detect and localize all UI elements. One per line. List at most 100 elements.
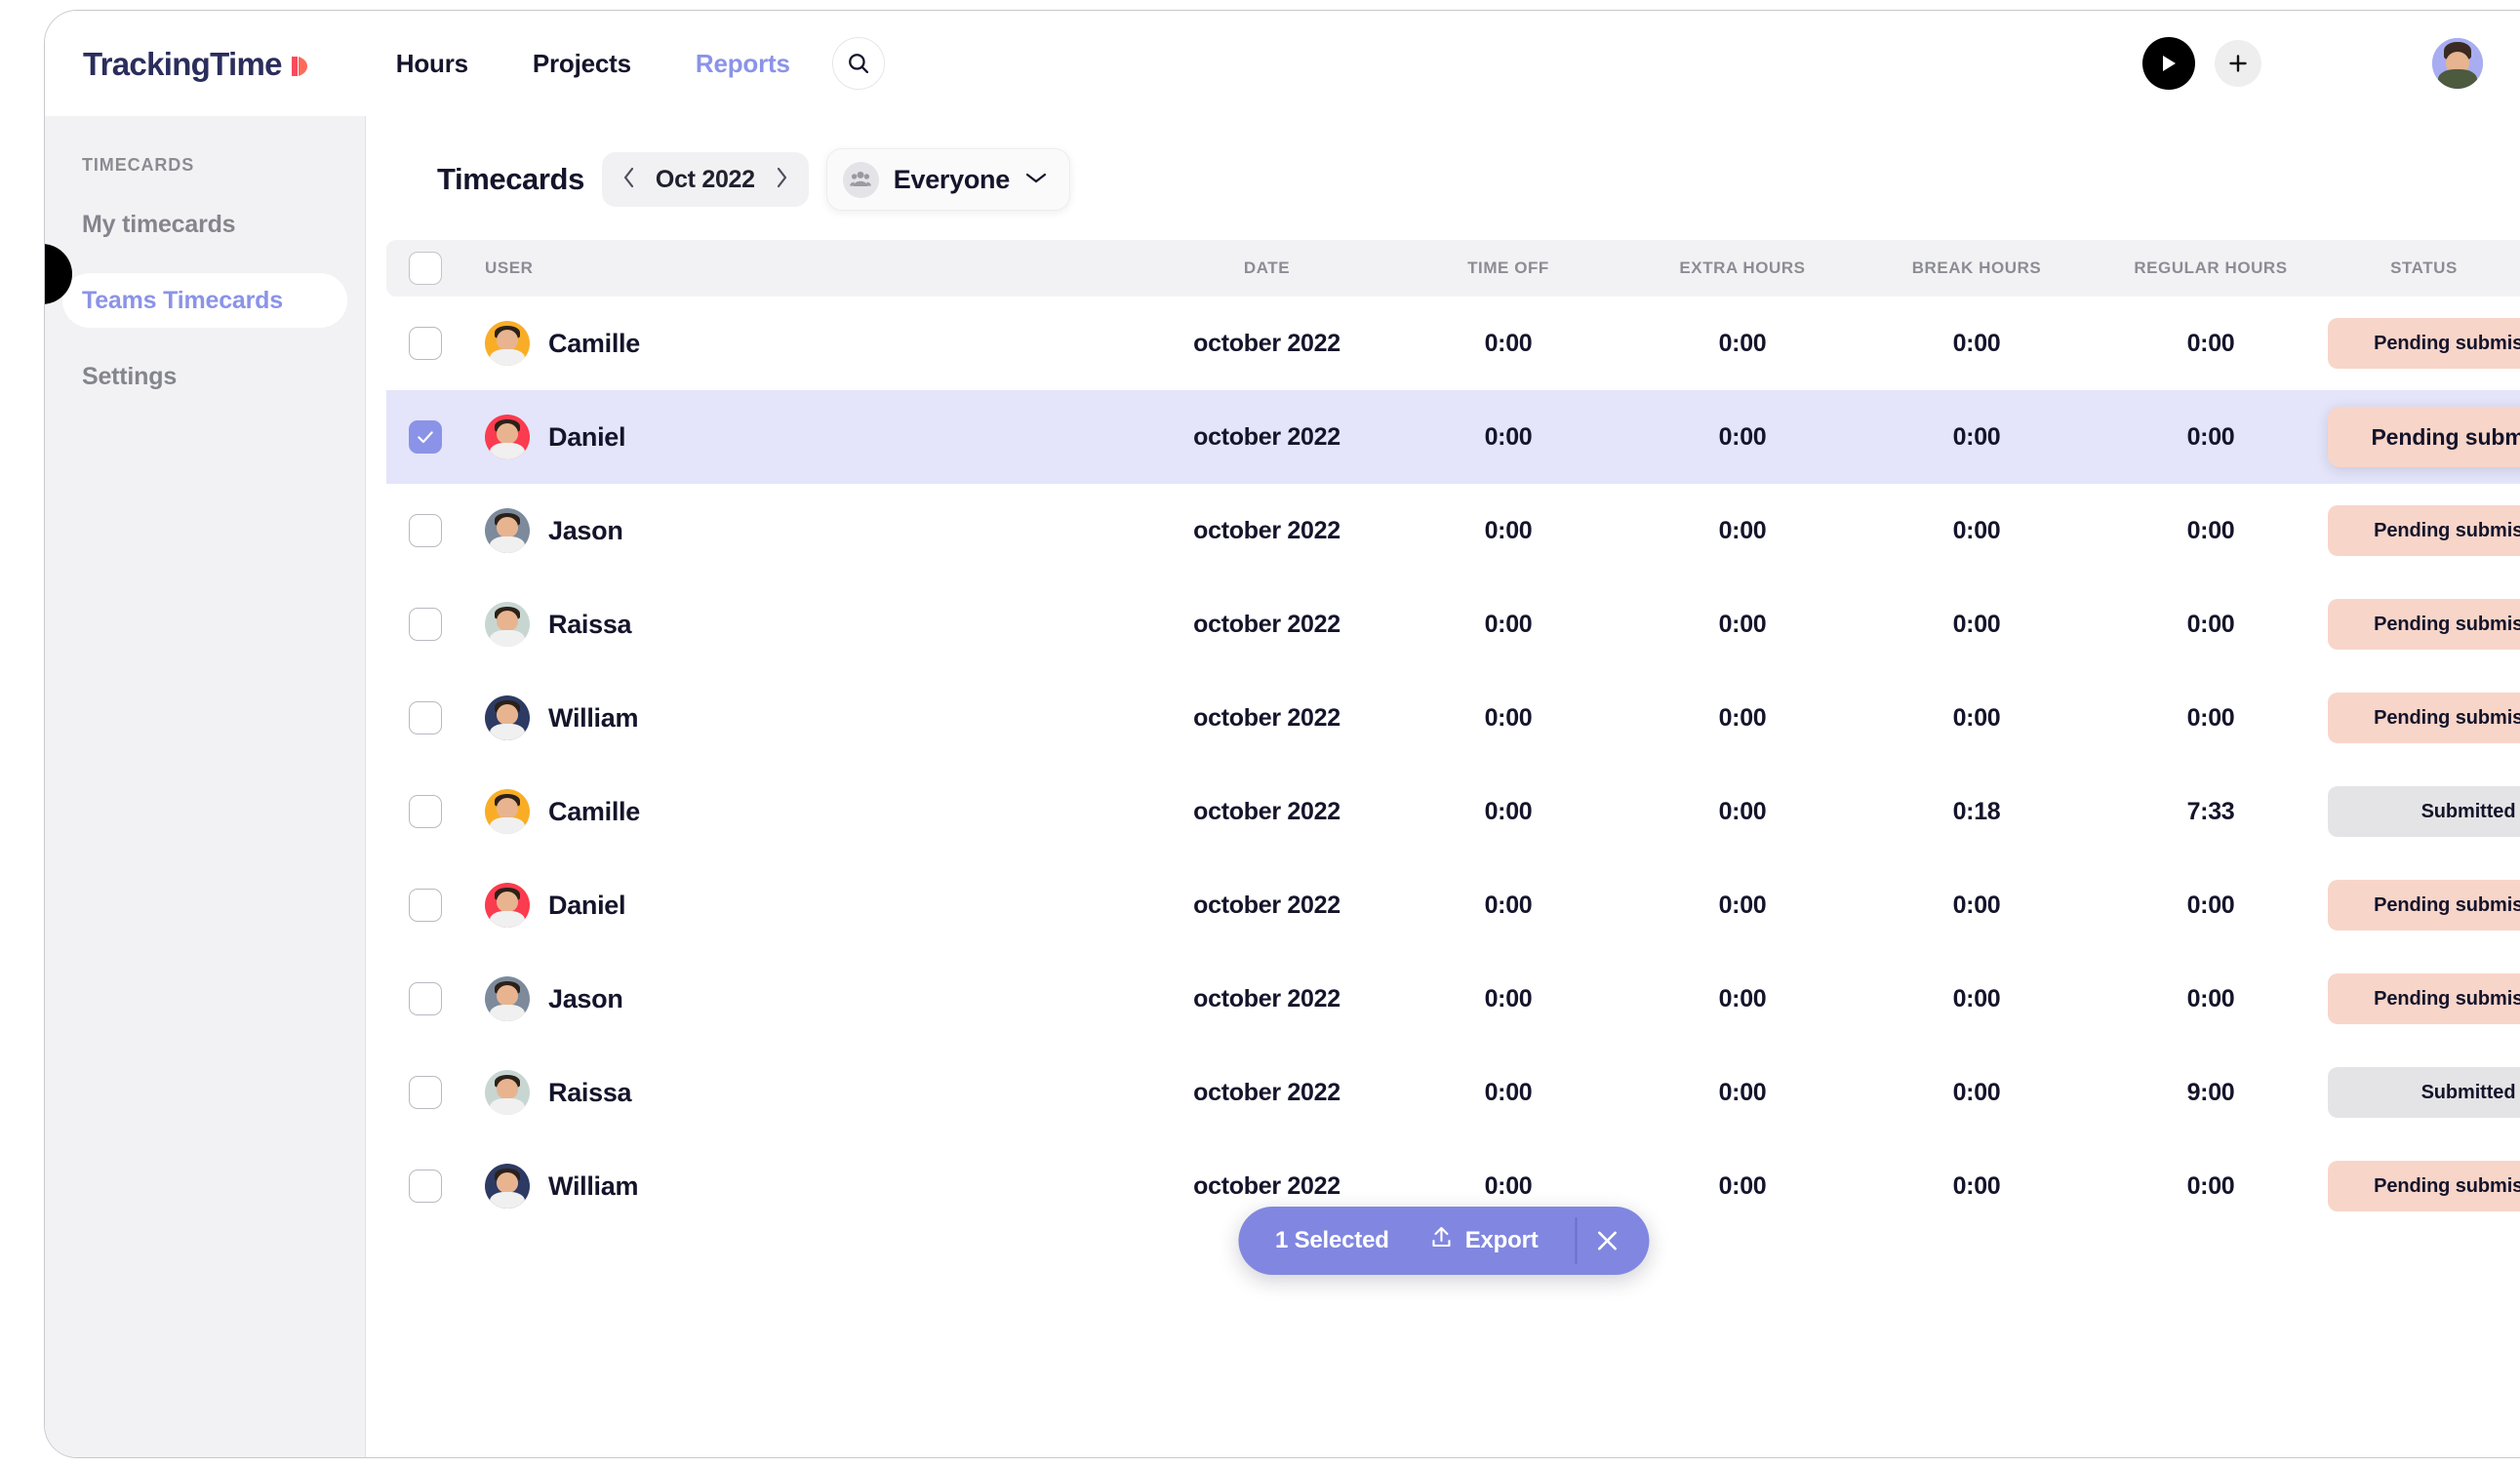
table-row[interactable]: Camille october 2022 0:00 0:00 0:18 7:33… [386,765,2520,858]
user-name: Raissa [548,609,632,639]
row-checkbox[interactable] [409,701,442,734]
table-row[interactable]: Raissa october 2022 0:00 0:00 0:00 0:00 … [386,577,2520,671]
column-header-time-off[interactable]: TIME OFF [1391,258,1625,278]
status-badge[interactable]: Pending submission [2328,693,2520,743]
column-header-date[interactable]: DATE [1142,258,1391,278]
sidebar-item-teams-timecards[interactable]: Teams Timecards [62,273,347,328]
table-row[interactable]: Daniel october 2022 0:00 0:00 0:00 0:00 … [386,390,2520,484]
chevron-right-icon[interactable] [775,166,788,193]
avatar [485,1164,530,1209]
regular-hours-cell: 0:00 [2186,610,2235,638]
user-name: Jason [548,515,623,545]
status-cell: Pending submission [2328,1161,2520,1211]
column-header-break-hours[interactable]: BREAK HOURS [1860,258,2094,278]
status-cell: Submitted [2328,1067,2520,1118]
status-badge[interactable]: Pending submission [2328,1161,2520,1211]
row-checkbox[interactable] [409,514,442,547]
user-name: Camille [548,328,640,358]
user-name: Jason [548,983,623,1013]
avatar [485,508,530,553]
avatar [485,602,530,647]
close-icon[interactable] [1577,1210,1637,1271]
time-off-cell: 0:00 [1484,1078,1533,1106]
table-row[interactable]: Jason october 2022 0:00 0:00 0:00 0:00 P… [386,484,2520,577]
month-picker[interactable]: Oct 2022 [601,152,809,207]
row-select-cell [386,608,464,641]
status-badge[interactable]: Pending submission [2328,407,2520,467]
play-icon[interactable] [2142,37,2195,90]
sidebar-item-settings[interactable]: Settings [62,349,347,404]
regular-hours-cell: 9:00 [2186,1078,2235,1106]
row-select-cell [386,1170,464,1203]
app-logo[interactable]: TrackingTime [83,46,317,83]
row-select-cell [386,1076,464,1109]
status-badge[interactable]: Pending submission [2328,505,2520,556]
user-cell: Jason [464,976,1142,1021]
status-badge[interactable]: Submitted [2328,1067,2520,1118]
row-select-cell [386,889,464,922]
status-badge[interactable]: Pending submission [2328,599,2520,650]
user-cell: William [464,695,1142,740]
row-checkbox[interactable] [409,982,442,1015]
user-cell: Jason [464,508,1142,553]
nav-link-projects[interactable]: Projects [533,49,631,79]
avatar[interactable] [2432,38,2483,89]
row-checkbox[interactable] [409,1170,442,1203]
people-filter-label: Everyone [893,164,1010,194]
table-row[interactable]: Daniel october 2022 0:00 0:00 0:00 0:00 … [386,858,2520,952]
table-row[interactable]: Camille october 2022 0:00 0:00 0:00 0:00… [386,297,2520,390]
month-label: Oct 2022 [655,165,755,193]
break-hours-cell: 0:00 [1952,703,2001,732]
status-badge[interactable]: Submitted [2328,786,2520,837]
select-all-checkbox[interactable] [409,252,442,285]
extra-hours-cell: 0:00 [1718,329,1767,357]
plus-icon[interactable] [2215,40,2261,87]
time-off-cell: 0:00 [1484,422,1533,451]
row-checkbox[interactable] [409,795,442,828]
user-name: Daniel [548,421,626,452]
row-checkbox[interactable] [409,1076,442,1109]
chevron-left-icon[interactable] [622,166,636,193]
export-button[interactable]: Export [1430,1225,1539,1257]
table-row[interactable]: William october 2022 0:00 0:00 0:00 0:00… [386,671,2520,765]
extra-hours-cell: 0:00 [1718,422,1767,451]
nav-link-hours[interactable]: Hours [396,49,468,79]
break-hours-cell: 0:00 [1952,1078,2001,1106]
sidebar-section-title: TIMECARDS [82,155,195,175]
table-row[interactable]: Jason october 2022 0:00 0:00 0:00 0:00 P… [386,952,2520,1046]
row-checkbox[interactable] [409,327,442,360]
nav-link-reports[interactable]: Reports [696,49,790,79]
status-badge[interactable]: Pending submission [2328,880,2520,931]
break-hours-cell: 0:00 [1952,329,2001,357]
column-header-extra-hours[interactable]: EXTRA HOURS [1625,258,1860,278]
top-navigation-bar: TrackingTime Hours Projects Reports [45,11,2520,116]
extra-hours-cell: 0:00 [1718,516,1767,544]
search-icon[interactable] [831,37,885,90]
user-cell: Raissa [464,1070,1142,1115]
date-cell: october 2022 [1193,422,1340,451]
row-checkbox[interactable] [409,420,442,454]
main-content: Timecards Oct 2022 Everyone USER DATE TI… [367,116,2520,1457]
selection-action-bar: 1 Selected Export [1237,1207,1650,1275]
column-header-user[interactable]: USER [464,258,1142,278]
table-header-row: USER DATE TIME OFF EXTRA HOURS BREAK HOU… [386,240,2520,297]
status-badge[interactable]: Pending submission [2328,973,2520,1024]
break-hours-cell: 0:00 [1952,1171,2001,1200]
status-badge[interactable]: Pending submission [2328,318,2520,369]
row-checkbox[interactable] [409,608,442,641]
row-select-cell [386,701,464,734]
people-filter-dropdown[interactable]: Everyone [825,148,1070,211]
sidebar-item-label: My timecards [82,210,236,238]
chevron-down-icon[interactable] [1024,171,1048,189]
regular-hours-cell: 0:00 [2186,891,2235,919]
row-select-cell [386,420,464,454]
column-header-regular-hours[interactable]: REGULAR HOURS [2094,258,2328,278]
play-triangle-mark-icon [288,52,317,81]
column-header-status[interactable]: STATUS [2328,258,2520,278]
table-row[interactable]: Raissa october 2022 0:00 0:00 0:00 9:00 … [386,1046,2520,1139]
select-all-cell [386,252,464,285]
status-cell: Pending submission [2328,880,2520,931]
sidebar-item-my-timecards[interactable]: My timecards [62,197,347,252]
time-off-cell: 0:00 [1484,797,1533,825]
row-checkbox[interactable] [409,889,442,922]
